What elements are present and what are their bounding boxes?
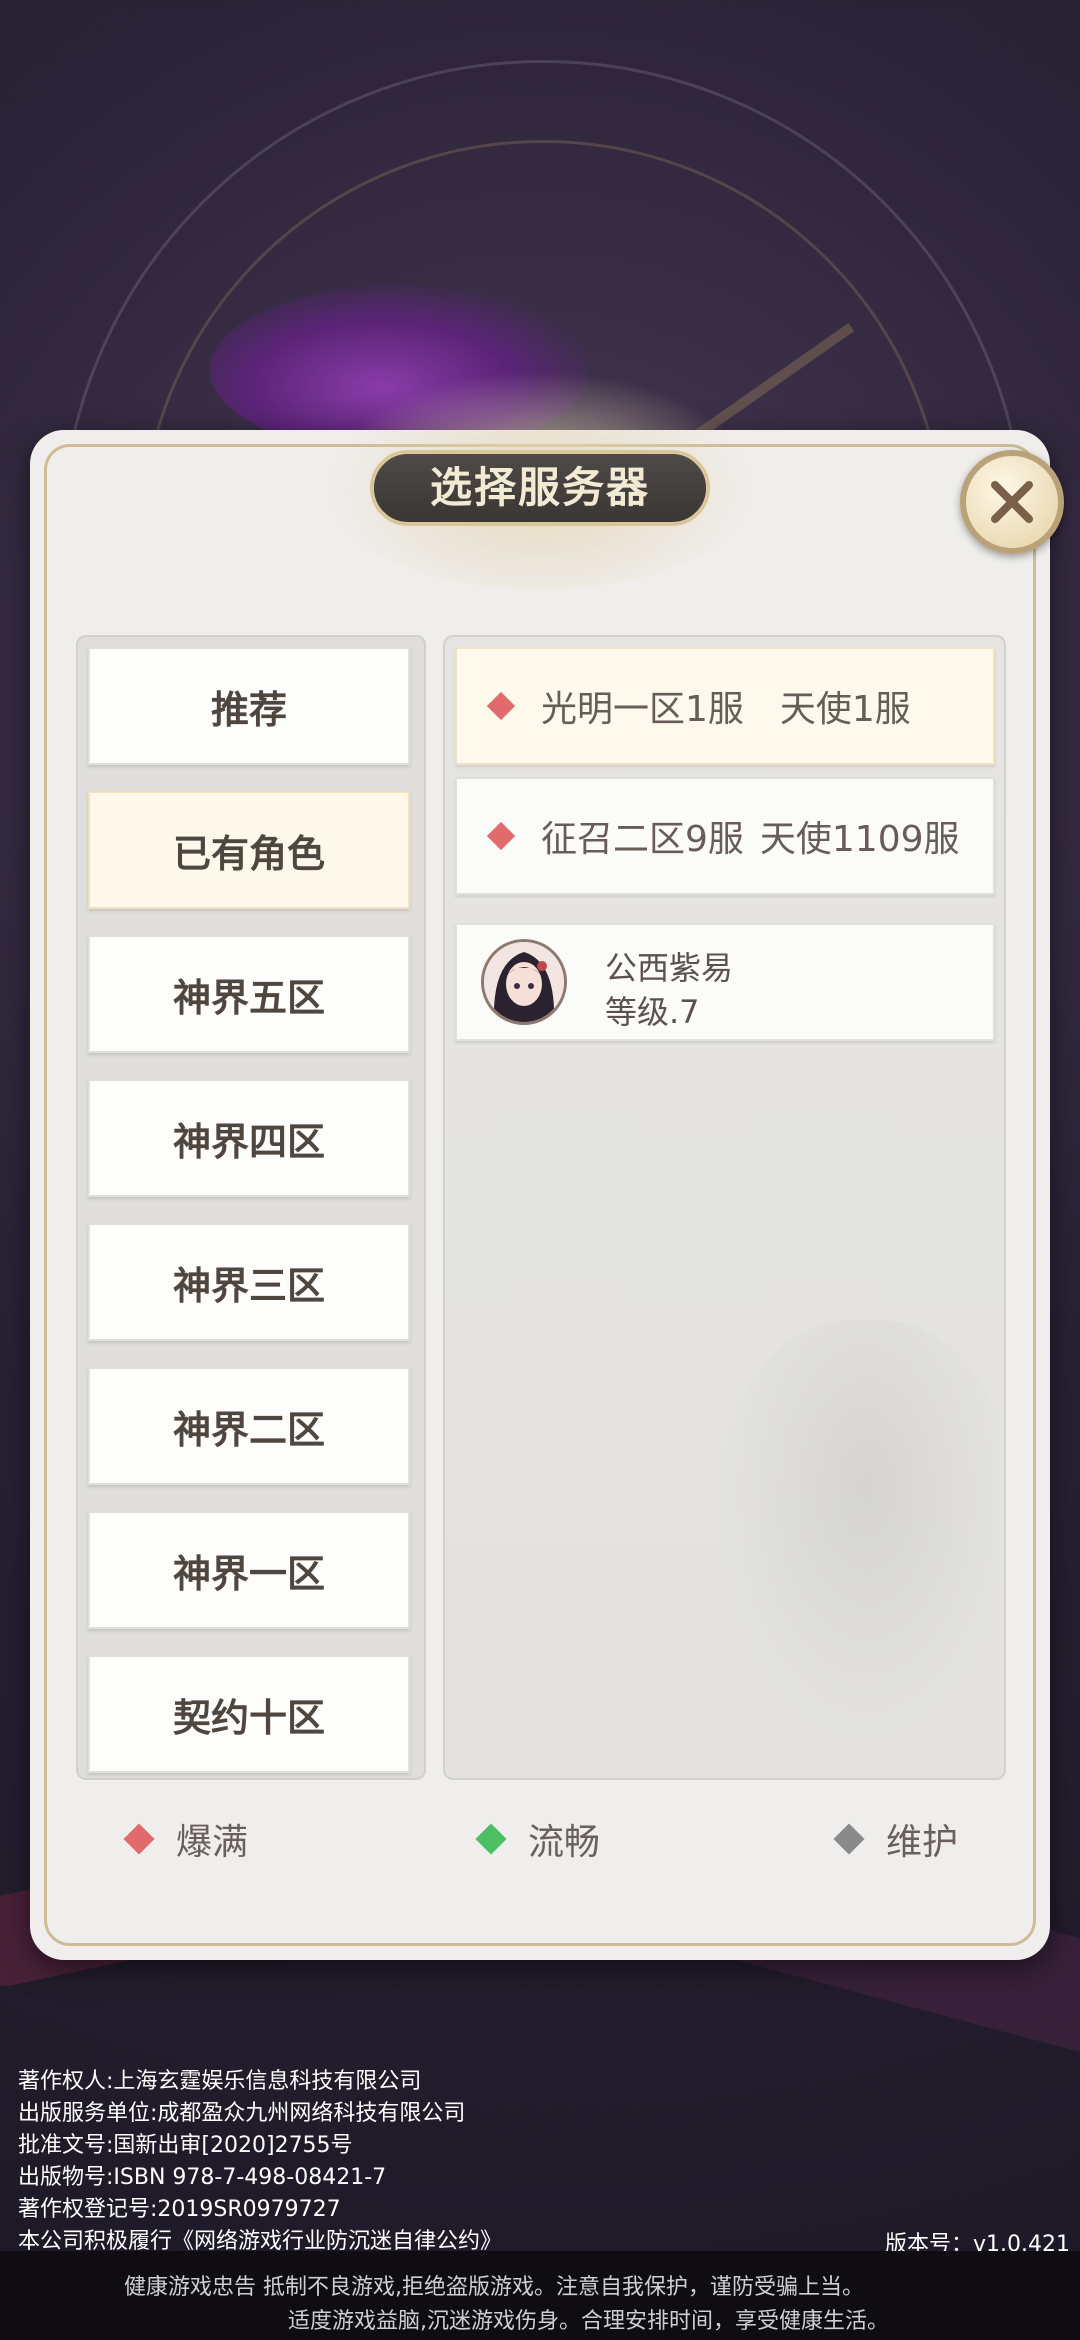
region-tab-shenjie-3[interactable]: 神界三区 bbox=[88, 1223, 410, 1341]
close-x-icon bbox=[991, 481, 1033, 523]
diamond-icon bbox=[123, 1823, 155, 1855]
server-list[interactable]: 光明一区1服 天使1服 征召二区9服 天使1109服 公西紫易 等级.7 bbox=[443, 635, 1006, 1780]
region-tab-shenjie-1[interactable]: 神界一区 bbox=[88, 1511, 410, 1629]
region-tab-shenjie-4[interactable]: 神界四区 bbox=[88, 1079, 410, 1197]
status-full-icon bbox=[486, 691, 516, 721]
character-row[interactable]: 公西紫易 等级.7 bbox=[455, 923, 995, 1041]
diamond-icon bbox=[475, 1823, 507, 1855]
character-level: 等级.7 bbox=[605, 993, 700, 1031]
region-tab-existing-characters[interactable]: 已有角色 bbox=[88, 791, 410, 909]
server-sub-name: 天使1服 bbox=[779, 689, 911, 730]
legend-smooth: 流畅 bbox=[475, 1813, 600, 1865]
region-tab-recommended[interactable]: 推荐 bbox=[88, 647, 410, 765]
character-name: 公西紫易 bbox=[605, 949, 734, 987]
dialog-title: 选择服务器 bbox=[370, 450, 710, 526]
region-list[interactable]: 推荐 已有角色 神界五区 神界四区 神界三区 神界二区 神界一区 契约十区 bbox=[76, 635, 426, 1780]
legend-maintenance: 维护 bbox=[833, 1813, 958, 1865]
server-name: 光明一区1服 bbox=[541, 689, 744, 730]
server-row[interactable]: 光明一区1服 天使1服 bbox=[455, 647, 995, 765]
health-advisory-line: 适度游戏益脑,沉迷游戏伤身。合理安排时间，享受健康生活。 bbox=[288, 2309, 889, 2334]
health-advisory-bar: 健康游戏忠告 抵制不良游戏,拒绝盗版游戏。注意自我保护，谨防受骗上当。 适度游戏… bbox=[0, 2251, 1080, 2340]
region-tab-shenjie-5[interactable]: 神界五区 bbox=[88, 935, 410, 1053]
server-row[interactable]: 征召二区9服 天使1109服 bbox=[455, 777, 995, 895]
server-select-dialog: 选择服务器 推荐 已有角色 神界五区 神界四区 神界三区 神界二区 神界一区 契… bbox=[30, 370, 1064, 1960]
server-sub-name: 天使1109服 bbox=[759, 819, 960, 860]
legend-full: 爆满 bbox=[123, 1813, 248, 1865]
status-full-icon bbox=[486, 821, 516, 851]
diamond-icon bbox=[833, 1823, 865, 1855]
copyright-info: 著作权人:上海玄霆娱乐信息科技有限公司 出版服务单位:成都盈众九州网络科技有限公… bbox=[18, 2069, 503, 2254]
region-tab-shenjie-2[interactable]: 神界二区 bbox=[88, 1367, 410, 1485]
close-button[interactable] bbox=[960, 450, 1064, 554]
server-name: 征召二区9服 bbox=[541, 819, 744, 860]
background-illustration bbox=[716, 1320, 1006, 1740]
character-avatar bbox=[481, 939, 567, 1025]
region-tab-qiyue-10[interactable]: 契约十区 bbox=[88, 1655, 410, 1773]
health-advisory-line: 健康游戏忠告 抵制不良游戏,拒绝盗版游戏。注意自我保护，谨防受骗上当。 bbox=[124, 2275, 864, 2300]
